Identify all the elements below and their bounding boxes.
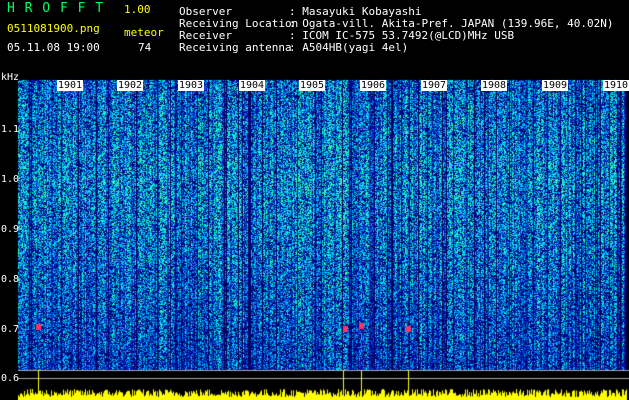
app-title: H R O F F T (7, 1, 105, 16)
minute-mark-label: 1907 (421, 80, 448, 91)
y-tick-label: 0.9 (1, 224, 20, 235)
minute-mark-label: 1904 (239, 80, 266, 91)
minute-mark-label: 1910 (603, 80, 629, 91)
y-tick-label: 1.1 (1, 124, 20, 135)
minute-mark-label: 1905 (299, 80, 326, 91)
minute-mark-label: 1903 (178, 80, 205, 91)
minute-mark-label: 1902 (117, 80, 144, 91)
minute-mark-label: 1908 (481, 80, 508, 91)
y-tick-label: 0.8 (1, 274, 20, 285)
minute-mark-label: 1909 (542, 80, 569, 91)
version-label: 1.00 (124, 3, 151, 16)
y-axis-unit-label: kHz (1, 72, 20, 83)
meteor-counter-label: meteor (124, 26, 164, 39)
meteor-counter-value: 74 (138, 41, 152, 54)
y-tick-label: 0.6 (1, 373, 20, 384)
filename-label: 0511081900.png (7, 22, 100, 35)
header-panel: H R O F F T 1.00 0511081900.png 05.11.08… (0, 0, 629, 78)
antenna-label: Receiving antenna (179, 41, 292, 54)
minute-mark-label: 1906 (360, 80, 387, 91)
datetime-label: 05.11.08 19:00 (7, 41, 100, 54)
y-tick-label: 0.7 (1, 324, 20, 335)
antenna-value: : A504HB(yagi 4el) (289, 41, 409, 54)
minute-mark-label: 1901 (57, 80, 84, 91)
spectrogram-canvas (0, 78, 629, 400)
y-tick-label: 1.0 (1, 174, 20, 185)
